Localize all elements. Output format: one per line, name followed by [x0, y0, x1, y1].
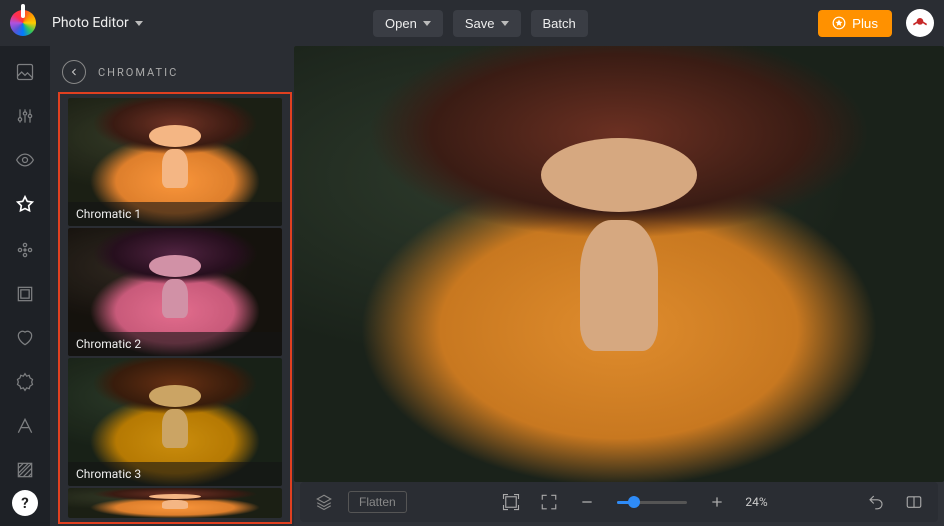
expand-icon [540, 493, 558, 511]
blur-icon[interactable] [15, 240, 35, 260]
open-button[interactable]: Open [373, 10, 443, 37]
text-icon[interactable] [15, 416, 35, 436]
chevron-down-icon [423, 21, 431, 26]
chevron-down-icon [501, 21, 509, 26]
minus-icon [579, 494, 595, 510]
filter-item[interactable]: Chromatic 1 [68, 98, 282, 226]
batch-button[interactable]: Batch [531, 10, 588, 37]
actual-size-button[interactable] [535, 488, 563, 516]
filter-item[interactable]: Chromatic 2 [68, 228, 282, 356]
zoom-level: 24% [745, 495, 767, 509]
filter-item[interactable]: Chromatic 3 [68, 358, 282, 486]
texture-icon[interactable] [15, 460, 35, 480]
help-button[interactable]: ? [12, 490, 38, 516]
app-logo[interactable] [10, 10, 36, 36]
compare-button[interactable] [900, 488, 928, 516]
save-button[interactable]: Save [453, 10, 521, 37]
frame-icon[interactable] [15, 284, 35, 304]
panel-title: CHROMATIC [98, 66, 178, 79]
avatar[interactable] [906, 9, 934, 37]
back-button[interactable] [62, 60, 86, 84]
layers-button[interactable] [310, 488, 338, 516]
heart-icon[interactable] [15, 328, 35, 348]
star-outline-icon[interactable] [14, 194, 36, 216]
compare-icon [905, 493, 923, 511]
filter-label: Chromatic 2 [68, 332, 282, 356]
arrow-left-icon [68, 66, 80, 78]
flatten-button[interactable]: Flatten [348, 491, 407, 513]
gear-icon[interactable] [15, 372, 35, 392]
fit-screen-button[interactable] [497, 488, 525, 516]
layers-icon [315, 493, 333, 511]
filter-thumbnail [68, 488, 282, 518]
user-avatar-icon [910, 13, 930, 33]
canvas-image[interactable] [294, 46, 944, 482]
zoom-out-button[interactable] [573, 488, 601, 516]
zoom-in-button[interactable] [703, 488, 731, 516]
filter-label: Chromatic 3 [68, 462, 282, 486]
filter-item[interactable] [68, 488, 282, 518]
fit-screen-icon [502, 493, 520, 511]
eye-icon[interactable] [15, 150, 35, 170]
sliders-icon[interactable] [15, 106, 35, 126]
plus-icon [709, 494, 725, 510]
plus-upgrade-button[interactable]: Plus [818, 10, 892, 37]
app-title-dropdown[interactable]: Photo Editor [52, 15, 143, 31]
zoom-slider[interactable] [617, 492, 687, 512]
undo-icon [867, 493, 885, 511]
chevron-down-icon [135, 21, 143, 26]
undo-button[interactable] [862, 488, 890, 516]
image-icon[interactable] [15, 62, 35, 82]
filter-label: Chromatic 1 [68, 202, 282, 226]
app-title-label: Photo Editor [52, 15, 129, 31]
star-icon [832, 16, 846, 30]
